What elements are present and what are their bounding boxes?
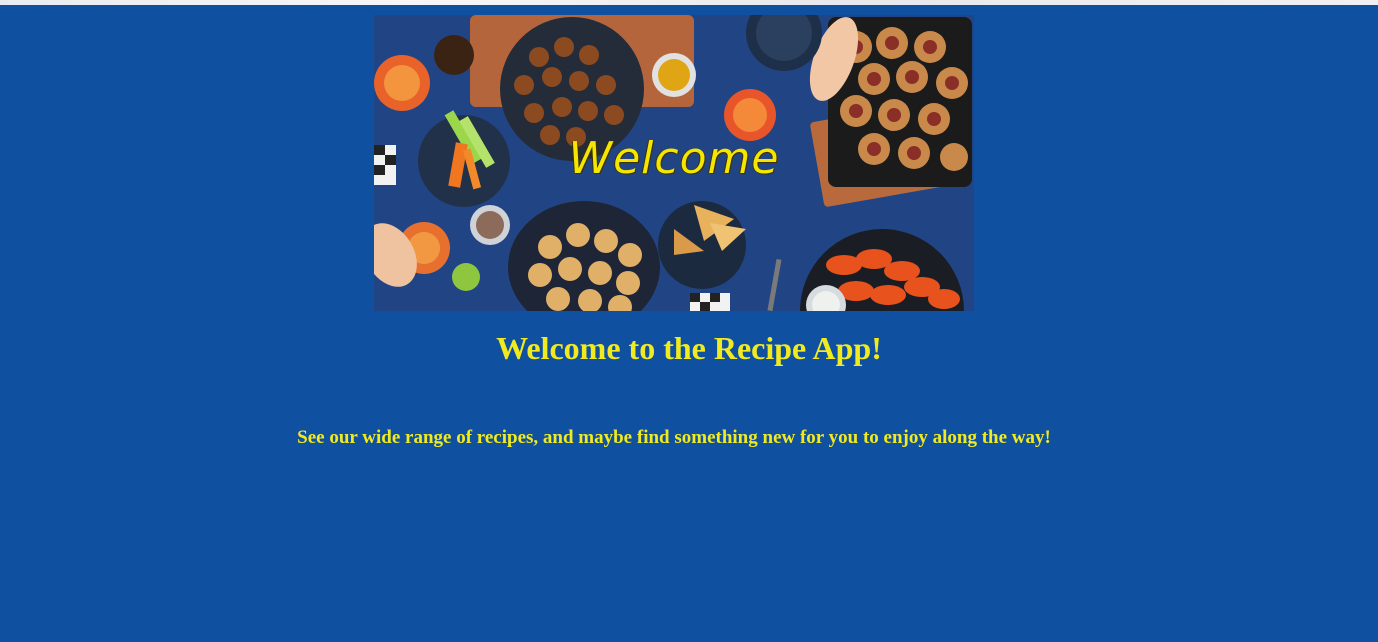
- hero-welcome-text: Welcome: [568, 133, 780, 184]
- page-tagline: See our wide range of recipes, and maybe…: [297, 427, 1051, 448]
- page-title: Welcome to the Recipe App!: [496, 330, 882, 366]
- top-decorative-strip: [0, 0, 1378, 5]
- hero-banner: Welcome: [374, 15, 974, 311]
